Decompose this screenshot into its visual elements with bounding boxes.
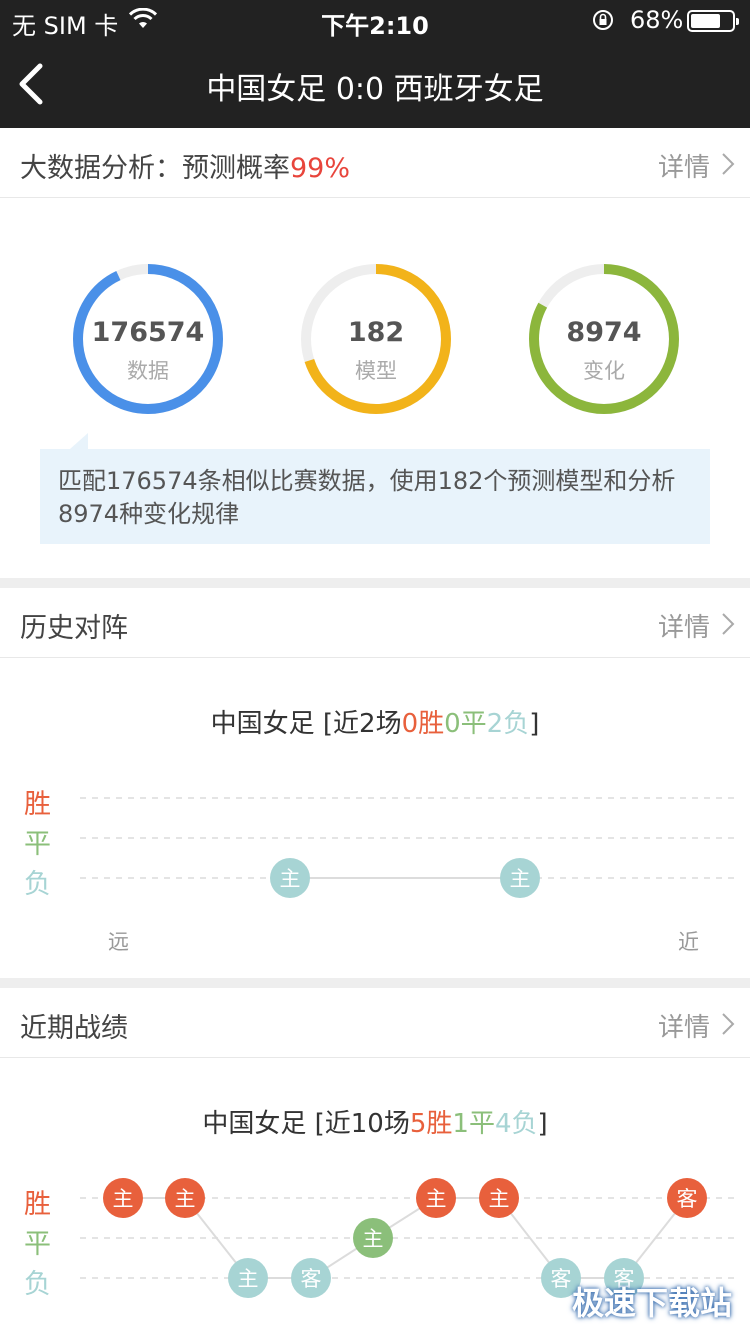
section-divider (0, 578, 750, 588)
chevron-right-icon[interactable] (720, 1012, 736, 1036)
battery-icon (687, 10, 739, 32)
venue-label: 主 (363, 1227, 384, 1251)
ring-data-value: 176574 (91, 317, 205, 348)
venue-label: 主 (489, 1187, 510, 1211)
result-marker-2: 主 (228, 1258, 268, 1298)
recent-losses: 4负 (494, 1109, 538, 1139)
result-marker-0: 主 (103, 1178, 143, 1218)
venue-label: 客 (551, 1267, 572, 1291)
chevron-right-icon[interactable] (720, 152, 736, 176)
venue-label: 主 (113, 1187, 134, 1211)
axis-near-label: 近 (678, 930, 699, 954)
ring-change: 8974 变化 (524, 259, 684, 419)
bigdata-header[interactable]: 大数据分析：预测概率99% 详情 (0, 128, 750, 198)
result-marker-3: 客 (291, 1258, 331, 1298)
ring-model-value: 182 (347, 317, 405, 348)
venue-label: 主 (238, 1267, 259, 1291)
recent-label: 近期战绩 (20, 1013, 128, 1044)
venue-label: 主 (175, 1187, 196, 1211)
chevron-right-icon[interactable] (720, 612, 736, 636)
ring-data-caption: 数据 (127, 359, 169, 383)
analysis-tip-text: 匹配176574条相似比赛数据，使用182个预测模型和分析8974种变化规律 (58, 467, 676, 528)
battery-percent: 68% (630, 6, 684, 34)
history-detail-link[interactable]: 详情 (658, 607, 710, 644)
venue-label: 主 (280, 867, 301, 891)
result-marker-5: 主 (416, 1178, 456, 1218)
ring-data: 176574 数据 (68, 259, 228, 419)
recent-summary: 中国女足 [近10场5胜1平4负] (202, 1109, 548, 1139)
result-marker-1: 主 (165, 1178, 205, 1218)
nav-bar: 中国女足 0:0 西班牙女足 (0, 40, 750, 128)
recent-detail-link[interactable]: 详情 (658, 1007, 710, 1044)
section-divider (0, 978, 750, 988)
bigdata-label: 大数据分析：预测概率99% (20, 153, 351, 184)
history-chart: 主主 (80, 797, 735, 898)
venue-label: 客 (677, 1187, 698, 1211)
ring-model-caption: 模型 (355, 359, 397, 383)
rotation-lock-icon (593, 10, 613, 30)
venue-label: 客 (301, 1267, 322, 1291)
prediction-probability: 99% (290, 153, 351, 184)
status-bar: 无 SIM 卡 下午2:10 68% (0, 0, 750, 40)
history-header[interactable]: 历史对阵 详情 (0, 588, 750, 658)
recent-header[interactable]: 近期战绩 详情 (0, 988, 750, 1058)
result-marker-4: 主 (353, 1218, 393, 1258)
result-marker-0: 主 (270, 858, 310, 898)
result-marker-9: 客 (667, 1178, 707, 1218)
analysis-tip: 匹配176574条相似比赛数据，使用182个预测模型和分析8974种变化规律 (40, 433, 710, 544)
history-summary: 中国女足 [近2场0胜0平2负] (210, 709, 540, 739)
battery-level (691, 14, 720, 28)
venue-label: 主 (426, 1187, 447, 1211)
recent-wins: 5胜 (409, 1109, 453, 1139)
history-draws: 0平 (444, 709, 487, 739)
bigdata-detail-link[interactable]: 详情 (658, 147, 710, 184)
result-marker-1: 主 (500, 858, 540, 898)
venue-label: 主 (510, 867, 531, 891)
recent-draws: 1平 (452, 1109, 495, 1139)
history-wins: 0胜 (401, 709, 445, 739)
watermark: 极速下载站 (571, 1284, 732, 1322)
page-title: 中国女足 0:0 西班牙女足 (206, 72, 544, 107)
history-losses: 2负 (486, 709, 530, 739)
ring-change-value: 8974 (566, 317, 642, 348)
axis-far-label: 远 (108, 930, 129, 954)
ring-change-caption: 变化 (583, 359, 625, 383)
ring-model: 182 模型 (296, 259, 456, 419)
result-marker-6: 主 (479, 1178, 519, 1218)
tip-tail (70, 433, 88, 449)
history-label: 历史对阵 (20, 613, 128, 644)
